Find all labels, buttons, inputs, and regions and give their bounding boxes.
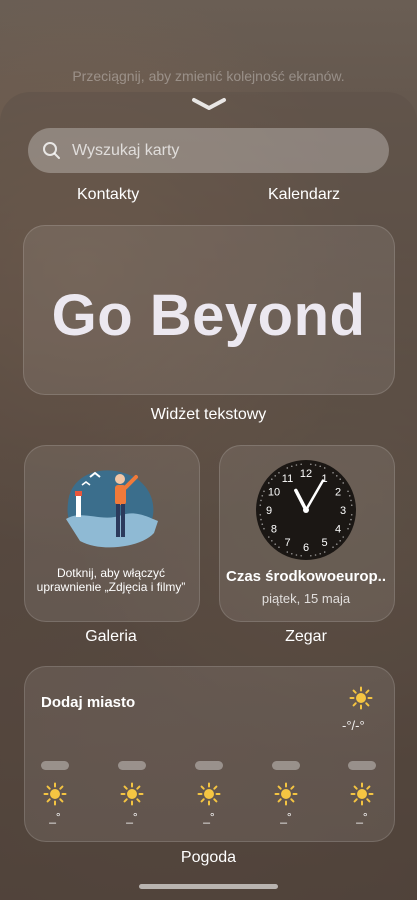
reorder-hint: Przeciągnij, aby zmienić kolejność ekran… — [72, 68, 345, 84]
forecast-temp: _° — [203, 810, 215, 824]
clock-tick — [295, 554, 298, 556]
forecast-day-label — [195, 761, 223, 770]
add-city-label[interactable]: Dodaj miasto — [41, 694, 135, 711]
clock-tick — [347, 527, 349, 530]
clock-tick — [300, 554, 302, 557]
sun-icon — [43, 782, 67, 806]
clock-tick — [332, 546, 334, 549]
clock-number: 11 — [282, 473, 293, 485]
gallery-caption: Galeria — [85, 628, 137, 645]
clock-number: 5 — [321, 537, 327, 549]
clock-tick — [350, 499, 352, 502]
clock-tick — [259, 514, 262, 516]
sun-icon — [349, 686, 373, 710]
clock-number: 9 — [266, 505, 272, 517]
clock-tick — [274, 543, 277, 545]
clock-tick — [259, 504, 262, 506]
clock-tick — [319, 465, 322, 468]
clock-tick — [350, 504, 353, 506]
clock-tick — [319, 552, 322, 555]
clock-tick — [310, 463, 312, 466]
search-icon — [43, 141, 60, 159]
clock-tick — [267, 482, 270, 484]
forecast-day-label — [41, 761, 69, 770]
clock-tick — [323, 551, 326, 553]
clock-tick — [314, 554, 317, 556]
clock-number: 4 — [335, 524, 341, 536]
clock-number: 8 — [271, 524, 277, 536]
clock-timezone: Czas środkowoeurop.. — [225, 568, 387, 585]
clock-tick — [295, 464, 298, 466]
gallery-permission-message: Dotknij, aby włączyć uprawnienie „Zdjęci… — [36, 566, 186, 594]
clock-number: 2 — [335, 487, 341, 499]
clock-tick — [278, 471, 280, 474]
search-input[interactable] — [70, 140, 364, 161]
clock-tick — [290, 552, 293, 555]
clock-tick — [350, 518, 352, 521]
clock-tick — [342, 482, 345, 484]
clock-tick — [347, 490, 349, 493]
clock-date: piątek, 15 maja — [261, 591, 351, 606]
collapse-chevron-icon[interactable] — [191, 97, 227, 111]
forecast-day-label — [348, 761, 376, 770]
forecast-temp: _° — [280, 810, 292, 824]
clock-tick — [271, 539, 273, 542]
forecast-temp: _° — [356, 810, 368, 824]
clock-tick — [323, 467, 326, 469]
text-widget-content: Go Beyond — [51, 283, 366, 348]
analog-clock: 12 1234567891011 — [256, 460, 356, 560]
clock-tick — [332, 471, 334, 474]
weather-caption: Pogoda — [180, 849, 237, 866]
sun-icon — [274, 782, 298, 806]
clock-tick — [261, 494, 264, 497]
clock-tick — [335, 543, 338, 545]
clock-tick — [348, 523, 351, 526]
forecast-temp: _° — [126, 810, 138, 824]
tab-calendar[interactable]: Kalendarz — [268, 186, 340, 204]
clock-tick — [335, 475, 338, 477]
clock-number: 6 — [303, 542, 309, 554]
text-widget-caption: Widżet tekstowy — [150, 406, 267, 423]
clock-number: 12 — [300, 468, 312, 480]
clock-center — [303, 507, 309, 513]
clock-tick — [286, 467, 289, 469]
clock-tick — [348, 494, 351, 497]
clock-tick — [314, 464, 317, 466]
tab-contacts[interactable]: Kontakty — [77, 186, 139, 204]
clock-tick — [267, 536, 270, 538]
clock-tick — [260, 518, 262, 521]
clock-caption: Zegar — [285, 628, 327, 645]
clock-tick — [261, 523, 264, 526]
clock-tick — [350, 514, 353, 516]
clock-tick — [300, 463, 302, 466]
sun-icon — [197, 782, 221, 806]
clock-number: 3 — [340, 505, 346, 517]
clock-tick — [271, 478, 273, 481]
clock-number: 10 — [268, 487, 280, 499]
clock-tick — [278, 546, 280, 549]
clock-number: 7 — [284, 537, 290, 549]
clock-tick — [310, 554, 312, 557]
clock-tick — [290, 465, 293, 468]
clock-tick — [263, 527, 265, 530]
forecast-temp: _° — [49, 810, 61, 824]
clock-tick — [342, 536, 345, 538]
forecast-day-label — [272, 761, 300, 770]
search-bar[interactable] — [28, 128, 389, 173]
clock-tick — [339, 539, 341, 542]
sun-icon — [120, 782, 144, 806]
weather-temp-range: -°/-° — [342, 718, 365, 733]
forecast-day-label — [118, 761, 146, 770]
clock-tick — [263, 490, 265, 493]
gallery-illustration — [66, 470, 158, 548]
clock-tick — [260, 499, 262, 502]
clock-tick — [286, 551, 289, 553]
clock-tick — [339, 478, 341, 481]
home-indicator[interactable] — [139, 884, 278, 889]
sun-icon — [350, 782, 374, 806]
clock-tick — [274, 475, 277, 477]
